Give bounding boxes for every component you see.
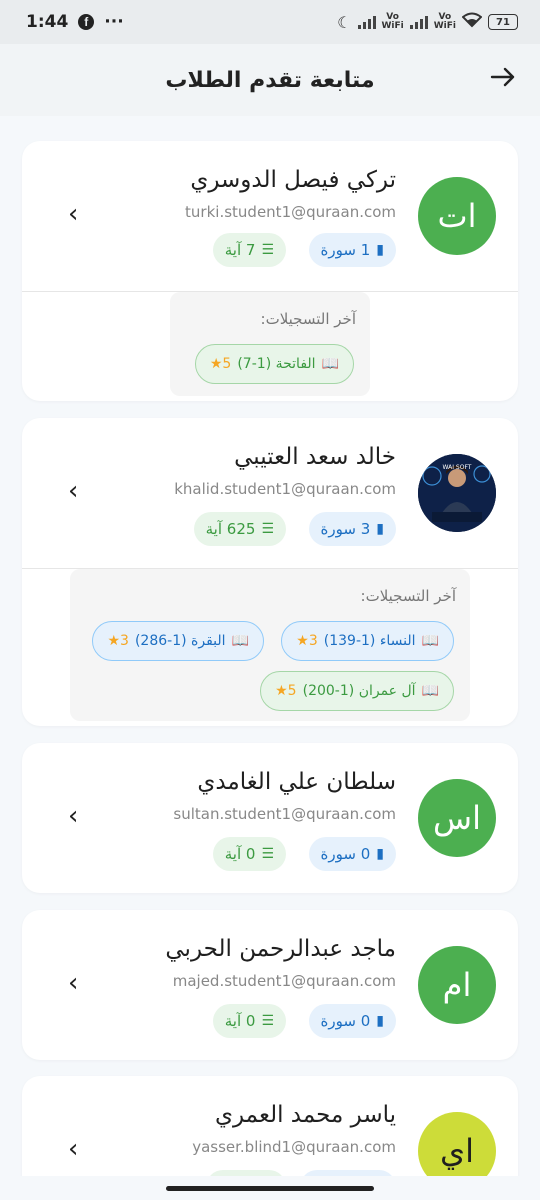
ayah-count-chip: ☰ 0 آية xyxy=(212,837,286,871)
status-right: ☾ Vo WiFi Vo WiFi 71 xyxy=(337,12,518,32)
signal-icon-2 xyxy=(409,15,428,29)
ayah-count-chip: ☰ 625 آية xyxy=(193,512,286,546)
home-indicator[interactable] xyxy=(166,1186,374,1191)
open-book-icon: 📖 xyxy=(321,356,339,372)
student-card[interactable]: اس سلطان علي الغامدي sultan.student1@qur… xyxy=(22,743,518,893)
student-email: majed.student1@quraan.com xyxy=(172,972,396,990)
recent-record-chip[interactable]: 📖 النساء (1-139) 3★ xyxy=(281,621,454,661)
student-name: تركي فيصل الدوسري xyxy=(190,167,396,193)
student-email: yasser.blind1@quraan.com xyxy=(192,1138,396,1156)
chevron-left-icon[interactable]: ‹ xyxy=(68,801,78,831)
student-name: سلطان علي الغامدي xyxy=(197,769,396,795)
recent-records-label: آخر التسجيلات: xyxy=(260,310,356,328)
recent-records-panel: آخر التسجيلات: 📖 الفاتحة (1-7) 5★ xyxy=(170,292,370,396)
status-left: 1:44 f ··· xyxy=(26,12,124,32)
open-book-icon: 📖 xyxy=(421,683,439,699)
chevron-left-icon[interactable]: ‹ xyxy=(68,1134,78,1164)
chevron-left-icon[interactable]: ‹ xyxy=(68,968,78,998)
list-icon: ☰ xyxy=(261,242,274,258)
surah-count-chip: ▮ 0 سورة xyxy=(308,837,396,871)
signal-icon xyxy=(357,15,376,29)
status-time: 1:44 xyxy=(26,12,69,32)
chevron-left-icon[interactable]: ‹ xyxy=(68,199,78,229)
surah-count-chip: ▮ 0 سورة xyxy=(308,1004,396,1038)
student-card[interactable]: WAI SOFT خالد سعد العتيبي khalid.student… xyxy=(22,418,518,726)
recent-records-panel: آخر التسجيلات: 📖 النساء (1-139) 3★ 📖 الب… xyxy=(70,569,470,721)
open-book-icon: 📖 xyxy=(421,633,439,649)
wifi-icon xyxy=(461,12,483,32)
status-bar: 1:44 f ··· ☾ Vo WiFi Vo WiFi 71 xyxy=(0,0,540,44)
recent-record-chip[interactable]: 📖 البقرة (1-286) 3★ xyxy=(92,621,264,661)
svg-text:WAI SOFT: WAI SOFT xyxy=(443,464,472,471)
gesture-nav-bar xyxy=(0,1176,540,1200)
student-email: khalid.student1@quraan.com xyxy=(174,480,396,498)
page-title: متابعة تقدم الطلاب xyxy=(165,67,375,93)
ayah-count-chip: ☰ 0 آية xyxy=(212,1004,286,1038)
student-card[interactable]: ام ماجد عبدالرحمن الحربي majed.student1@… xyxy=(22,910,518,1060)
battery-icon: 71 xyxy=(488,14,518,30)
avatar-photo: WAI SOFT xyxy=(418,454,496,532)
app-bar: متابعة تقدم الطلاب xyxy=(0,44,540,116)
list-icon: ☰ xyxy=(261,846,274,862)
student-email: sultan.student1@quraan.com xyxy=(173,805,396,823)
student-card[interactable]: ات تركي فيصل الدوسري turki.student1@qura… xyxy=(22,141,518,401)
recent-record-chip[interactable]: 📖 آل عمران (1-200) 5★ xyxy=(260,671,454,711)
student-name: ماجد عبدالرحمن الحربي xyxy=(165,936,396,962)
ayah-count-chip: ☰ 7 آية xyxy=(212,233,286,267)
avatar: ام xyxy=(418,946,496,1024)
avatar: ات xyxy=(418,177,496,255)
chevron-left-icon[interactable]: ‹ xyxy=(68,476,78,506)
open-book-icon: 📖 xyxy=(231,633,249,649)
list-icon: ☰ xyxy=(261,521,274,537)
surah-count-chip: ▮ 3 سورة xyxy=(308,512,396,546)
avatar: اس xyxy=(418,779,496,857)
surah-count-chip: ▮ 1 سورة xyxy=(308,233,396,267)
student-name: خالد سعد العتيبي xyxy=(234,444,396,470)
student-email: turki.student1@quraan.com xyxy=(185,203,396,221)
book-icon: ▮ xyxy=(376,846,384,862)
recent-record-chip[interactable]: 📖 الفاتحة (1-7) 5★ xyxy=(194,344,354,384)
more-dots-icon: ··· xyxy=(104,12,124,32)
book-icon: ▮ xyxy=(376,1013,384,1029)
recent-records-label: آخر التسجيلات: xyxy=(360,587,456,605)
book-icon: ▮ xyxy=(376,521,384,537)
back-arrow-icon[interactable] xyxy=(490,64,516,97)
student-name: ياسر محمد العمري xyxy=(214,1102,396,1128)
list-icon: ☰ xyxy=(261,1013,274,1029)
vowifi-icon-2: Vo WiFi xyxy=(433,12,456,31)
vowifi-icon: Vo WiFi xyxy=(381,12,404,31)
moon-icon: ☾ xyxy=(337,12,352,32)
facebook-icon: f xyxy=(78,14,95,30)
book-icon: ▮ xyxy=(376,242,384,258)
